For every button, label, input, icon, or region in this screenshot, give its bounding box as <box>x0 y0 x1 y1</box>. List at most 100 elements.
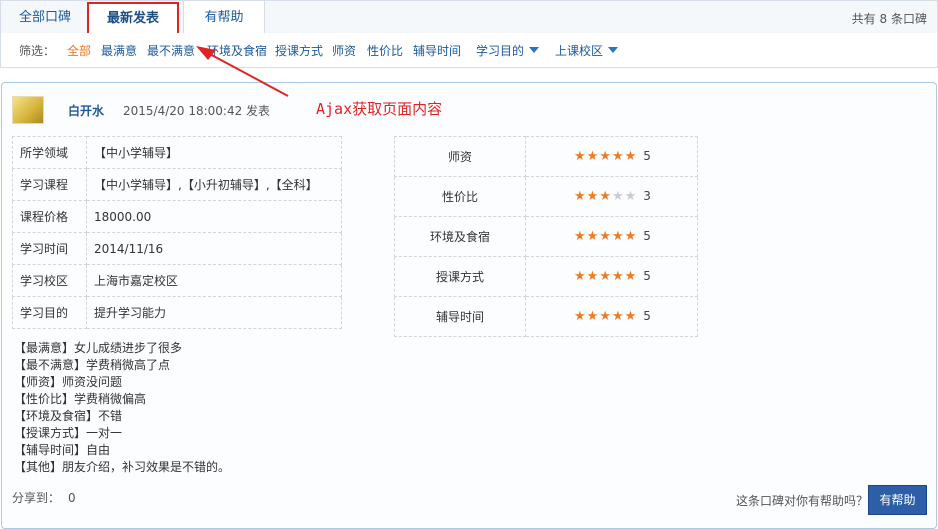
filter-study-purpose-dropdown[interactable]: 学习目的 <box>476 42 540 59</box>
star-rating: ★★★★★ <box>574 189 637 204</box>
info-key: 课程价格 <box>12 200 87 233</box>
share-section: 分享到： 0 <box>12 489 76 506</box>
filter-bar: 筛选： 全部 最满意 最不满意 环境及食宿 授课方式 师资 性价比 辅导时间 学… <box>0 33 938 68</box>
star-icon: ★ <box>574 309 587 324</box>
info-value: 上海市嘉定校区 <box>86 264 342 297</box>
comment-line: 【其他】朋友介绍，补习效果是不错的。 <box>14 460 231 474</box>
tab-all-reviews[interactable]: 全部口碑 <box>1 1 89 33</box>
filter-tutoring-time[interactable]: 辅导时间 <box>413 42 461 59</box>
star-icon: ★ <box>611 189 625 204</box>
star-rating: ★★★★★ <box>574 149 637 164</box>
review-username[interactable]: 白开水 <box>68 102 104 119</box>
star-icon: ★ <box>574 269 587 284</box>
filter-study-purpose-label: 学习目的 <box>476 44 525 58</box>
review-info-table: 所学领域 【中小学辅导】 学习课程 【中小学辅导】,【小升初辅导】,【全科】 课程价… <box>12 136 342 329</box>
info-value: 18000.00 <box>86 200 342 233</box>
star-rating: ★★★★★ <box>574 229 637 244</box>
info-value: 【中小学辅导】 <box>86 136 342 169</box>
star-icon: ★ <box>599 189 612 204</box>
rating-value: ★★★★★ 5 <box>525 296 698 337</box>
star-icon: ★ <box>611 149 625 164</box>
star-icon: ★ <box>624 269 638 284</box>
review-total: 共有 8 条口碑 <box>852 10 927 27</box>
rating-value: ★★★★★ 3 <box>525 176 698 217</box>
comment-line: 【授课方式】一对一 <box>14 426 123 440</box>
star-icon: ★ <box>599 309 612 324</box>
star-rating: ★★★★★ <box>574 309 637 324</box>
rating-score: 5 <box>643 149 651 163</box>
info-value: 2014/11/16 <box>86 232 342 265</box>
avatar[interactable] <box>12 96 44 124</box>
rating-score: 5 <box>643 229 651 243</box>
tab-helpful[interactable]: 有帮助 <box>183 1 265 34</box>
star-icon: ★ <box>586 309 600 324</box>
filter-most-satisfied[interactable]: 最满意 <box>101 42 137 59</box>
rating-key: 辅导时间 <box>394 296 526 337</box>
tab-latest[interactable]: 最新发表 <box>87 2 179 36</box>
info-value: 【中小学辅导】,【小升初辅导】,【全科】 <box>86 168 342 201</box>
comment-line: 【最满意】女儿成绩进步了很多 <box>14 341 183 355</box>
review-comments: 【最满意】女儿成绩进步了很多 【最不满意】学费稍微高了点 【师资】师资没问题【性价比… <box>14 340 230 476</box>
star-rating: ★★★★★ <box>574 269 637 284</box>
info-key: 所学领域 <box>12 136 87 169</box>
star-icon: ★ <box>624 149 638 164</box>
comment-line: 【辅导时间】自由 <box>14 443 111 457</box>
table-row: 学习时间 2014/11/16 <box>12 232 342 265</box>
table-row: 性价比 ★★★★★ 3 <box>394 176 698 217</box>
table-row: 授课方式 ★★★★★ 5 <box>394 256 698 297</box>
rating-score: 3 <box>643 189 651 203</box>
filter-value[interactable]: 性价比 <box>367 42 403 59</box>
table-row: 课程价格 18000.00 <box>12 200 342 233</box>
filter-least-satisfied[interactable]: 最不满意 <box>147 42 195 59</box>
tab-bar: 全部口碑 有帮助 最新发表 共有 8 条口碑 <box>0 0 938 36</box>
table-row: 学习课程 【中小学辅导】,【小升初辅导】,【全科】 <box>12 168 342 201</box>
table-row: 所学领域 【中小学辅导】 <box>12 136 342 169</box>
rating-key: 授课方式 <box>394 256 526 297</box>
star-icon: ★ <box>611 309 625 324</box>
rating-key: 性价比 <box>394 176 526 217</box>
filter-label: 筛选： <box>19 44 56 58</box>
star-icon: ★ <box>586 269 600 284</box>
star-icon: ★ <box>586 149 600 164</box>
filter-campus-label: 上课校区 <box>555 44 604 58</box>
filter-teaching-method[interactable]: 授课方式 <box>275 42 323 59</box>
review-ratings-table: 师资 ★★★★★ 5 性价比 ★★★★★ 3 环境及食宿 ★★★★★ 5 授课方式 ★★★★★ 5 辅导… <box>394 136 698 337</box>
comment-line: 【性价比】学费稍微偏高 <box>14 392 147 406</box>
star-icon: ★ <box>574 229 587 244</box>
star-icon: ★ <box>574 149 587 164</box>
comment-line: 【师资】师资没问题 <box>14 375 123 389</box>
star-icon: ★ <box>624 189 638 204</box>
table-row: 辅导时间 ★★★★★ 5 <box>394 296 698 337</box>
info-value: 提升学习能力 <box>86 296 342 329</box>
info-key: 学习时间 <box>12 232 87 265</box>
review-time: 2015/4/20 18:00:42 发表 <box>123 104 271 118</box>
star-icon: ★ <box>586 229 600 244</box>
info-key: 学习课程 <box>12 168 87 201</box>
table-row: 学习校区 上海市嘉定校区 <box>12 264 342 297</box>
rating-key: 环境及食宿 <box>394 216 526 257</box>
comment-line: 【环境及食宿】不错 <box>14 409 123 423</box>
rating-value: ★★★★★ 5 <box>525 136 698 177</box>
table-row: 学习目的 提升学习能力 <box>12 296 342 329</box>
rating-score: 5 <box>643 309 651 323</box>
table-row: 师资 ★★★★★ 5 <box>394 136 698 177</box>
chevron-down-icon <box>608 47 619 53</box>
star-icon: ★ <box>599 229 612 244</box>
annotation-text: Ajax获取页面内容 <box>316 100 443 118</box>
filter-all[interactable]: 全部 <box>67 42 91 59</box>
rating-value: ★★★★★ 5 <box>525 256 698 297</box>
star-icon: ★ <box>574 189 587 204</box>
star-icon: ★ <box>599 269 612 284</box>
star-icon: ★ <box>611 229 625 244</box>
filter-environment[interactable]: 环境及食宿 <box>207 42 267 59</box>
helpful-button[interactable]: 有帮助 <box>868 485 927 515</box>
review-total-prefix: 共有 <box>851 12 876 26</box>
comment-line: 【最不满意】学费稍微高了点 <box>14 358 171 372</box>
info-key: 学习校区 <box>12 264 87 297</box>
star-icon: ★ <box>624 229 638 244</box>
filter-teachers[interactable]: 师资 <box>332 42 356 59</box>
filter-campus-dropdown[interactable]: 上课校区 <box>555 42 619 59</box>
share-label: 分享到： <box>12 491 61 505</box>
star-icon: ★ <box>586 189 600 204</box>
review-total-count: 8 <box>879 12 888 26</box>
